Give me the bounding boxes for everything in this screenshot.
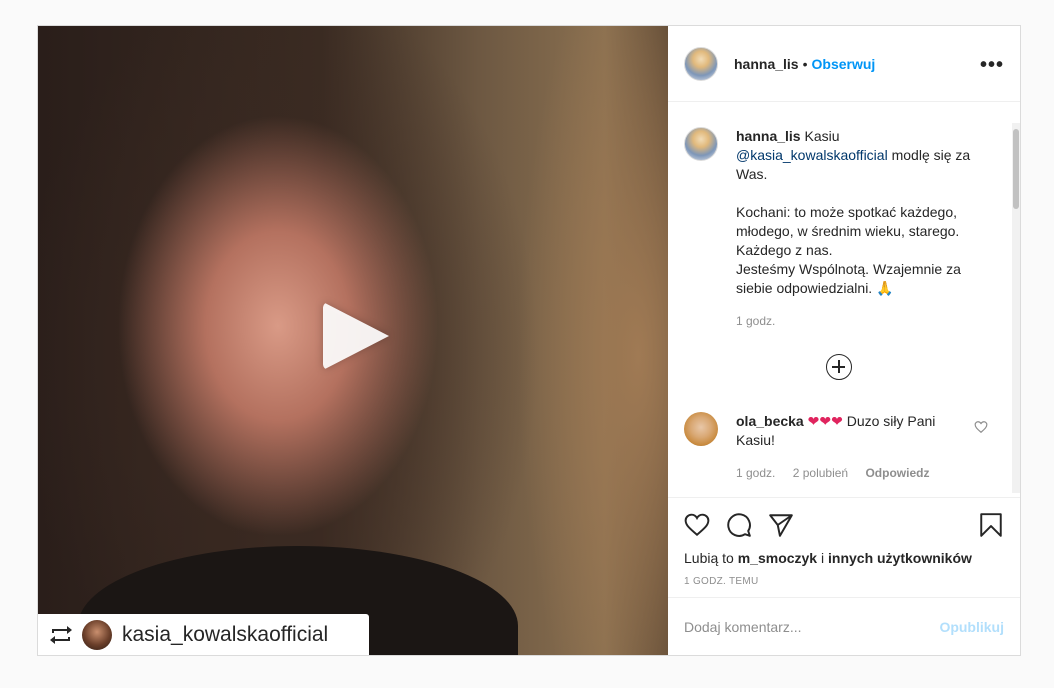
video-player[interactable]: kasia_kowalskaofficial — [38, 26, 668, 655]
comment-meta: 1 godz. 2 polubień Odpowiedz — [736, 464, 958, 483]
likes-summary: Lubią to m_smoczyk i innych użytkowników — [684, 550, 1004, 566]
more-options-icon[interactable]: ••• — [980, 54, 1004, 77]
reply-button[interactable]: Odpowiedz — [865, 466, 929, 480]
caption-paragraph-2: Jesteśmy Wspólnotą. Wzajemnie za siebie … — [736, 261, 961, 296]
post-timestamp[interactable]: 1 GODZ. TEMU — [684, 576, 1004, 587]
comment-item: ola_becka ❤❤❤ Duzo siły Pani Kasiu! 1 go… — [684, 412, 1004, 483]
comment-icon[interactable] — [726, 512, 752, 538]
comment-heart-icon[interactable] — [974, 420, 988, 434]
comment-username[interactable]: ola_becka — [736, 413, 804, 429]
caption-mention[interactable]: @kasia_kowalskaofficial — [736, 147, 888, 163]
avatar[interactable] — [684, 46, 718, 81]
comments-scrollbar[interactable] — [1012, 123, 1020, 493]
caption-paragraph-1: Kochani: to może spotkać każdego, młodeg… — [736, 204, 960, 258]
likes-others[interactable]: innych użytkowników — [828, 550, 972, 566]
caption-text-1: Kasiu — [800, 128, 840, 144]
share-icon[interactable] — [768, 512, 794, 538]
comment-likes[interactable]: 2 polubień — [793, 466, 848, 480]
instagram-post: kasia_kowalskaofficial hanna_lis • Obser… — [37, 25, 1021, 656]
post-actions: Lubią to m_smoczyk i innych użytkowników… — [668, 497, 1020, 597]
likes-user[interactable]: m_smoczyk — [738, 550, 817, 566]
repost-icon — [50, 626, 72, 644]
repost-avatar — [82, 620, 112, 650]
header-username[interactable]: hanna_lis — [734, 56, 799, 72]
caption: hanna_lis Kasiu @kasia_kowalskaofficial … — [684, 127, 986, 331]
bookmark-icon[interactable] — [978, 512, 1004, 538]
likes-prefix: Lubią to — [684, 550, 738, 566]
repost-banner[interactable]: kasia_kowalskaofficial — [38, 614, 369, 655]
caption-time[interactable]: 1 godz. — [736, 312, 986, 331]
caption-username[interactable]: hanna_lis — [736, 128, 801, 144]
comment-time[interactable]: 1 godz. — [736, 466, 775, 480]
comments-section: hanna_lis Kasiu @kasia_kowalskaofficial … — [668, 103, 1020, 497]
play-icon[interactable] — [323, 302, 389, 370]
follow-button[interactable]: Obserwuj — [812, 56, 876, 72]
caption-text: hanna_lis Kasiu @kasia_kowalskaofficial … — [736, 127, 986, 331]
side-panel: hanna_lis • Obserwuj ••• hanna_lis Kasiu… — [668, 26, 1020, 655]
repost-username: kasia_kowalskaofficial — [122, 623, 329, 646]
likes-mid: i — [817, 550, 828, 566]
comment-text: ola_becka ❤❤❤ Duzo siły Pani Kasiu! 1 go… — [736, 412, 958, 483]
heart-icon[interactable] — [684, 512, 710, 538]
scrollbar-thumb[interactable] — [1013, 129, 1019, 209]
load-more-comments-icon[interactable] — [826, 354, 852, 380]
separator-dot: • — [802, 55, 808, 72]
add-comment-bar: Opublikuj — [668, 597, 1020, 655]
publish-button[interactable]: Opublikuj — [939, 619, 1004, 635]
comment-avatar[interactable] — [684, 412, 718, 446]
heart-emoji-icons: ❤❤❤ — [807, 413, 843, 429]
post-header: hanna_lis • Obserwuj ••• — [668, 26, 1020, 102]
action-icons — [684, 510, 1004, 540]
caption-avatar[interactable] — [684, 127, 718, 161]
comment-input[interactable] — [684, 618, 940, 635]
